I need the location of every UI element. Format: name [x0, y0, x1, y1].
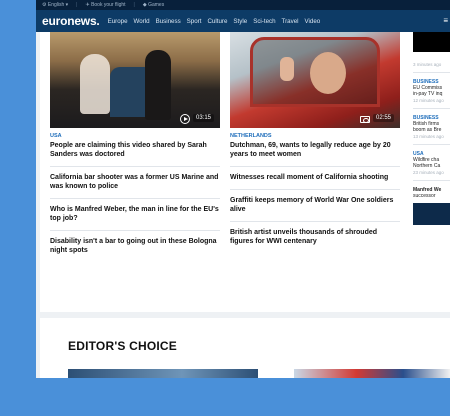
divider — [50, 166, 220, 167]
play-icon — [180, 114, 190, 124]
article-headline[interactable]: Graffiti keeps memory of World War One s… — [230, 196, 400, 214]
sidebar-feature-image[interactable] — [413, 203, 450, 225]
thumbnail-figure — [80, 54, 110, 114]
utility-bar: ⚙ English ▾ | ✈ Book your flight | ◆ Gam… — [36, 0, 450, 10]
divider — [230, 166, 400, 167]
nav-item-business[interactable]: Business — [156, 18, 181, 25]
timestamp: 12 minutes ago — [413, 98, 444, 103]
news-column-left: 03:15 USA People are claiming this video… — [50, 32, 220, 255]
main-navigation: euronews. Europe World Business Sport Cu… — [36, 10, 450, 32]
nav-item-sport[interactable]: Sport — [187, 18, 202, 25]
latest-news-sidebar: 3 minutes ago BUSINESS EU Commiss in-pay… — [413, 32, 450, 312]
euronews-logo[interactable]: euronews. — [42, 14, 100, 28]
section-title: EDITOR'S CHOICE — [68, 339, 177, 353]
article-headline[interactable]: Who is Manfred Weber, the man in line fo… — [50, 205, 220, 223]
divider — [413, 144, 450, 145]
news-grid: 03:15 USA People are claiming this video… — [40, 32, 450, 312]
sidebar-headline[interactable]: boom as Bre — [413, 127, 450, 133]
divider — [413, 108, 450, 109]
divider — [413, 72, 450, 73]
browser-viewport: ⚙ English ▾ | ✈ Book your flight | ◆ Gam… — [36, 0, 450, 378]
video-duration: 03:15 — [192, 114, 214, 122]
news-column-right: 02:55 NETHERLANDS Dutchman, 69, wants to… — [230, 32, 400, 246]
divider — [50, 230, 220, 231]
separator: | — [76, 2, 78, 8]
video-duration: 02:55 — [372, 114, 394, 122]
editors-choice-image[interactable] — [294, 369, 450, 378]
nav-menu: Europe World Business Sport Culture Styl… — [108, 18, 321, 25]
games-link[interactable]: ◆ Games — [143, 2, 164, 8]
nav-item-style[interactable]: Style — [233, 18, 247, 25]
timestamp: 13 minutes ago — [413, 134, 444, 139]
nav-item-sci-tech[interactable]: Sci-tech — [253, 18, 275, 25]
article-headline[interactable]: British artist unveils thousands of shro… — [230, 228, 400, 246]
editors-choice-section: EDITOR'S CHOICE — [40, 318, 450, 378]
book-flight-link[interactable]: ✈ Book your flight — [85, 2, 125, 8]
nav-item-culture[interactable]: Culture — [207, 18, 227, 25]
article-category-tag[interactable]: USA — [50, 133, 220, 139]
sidebar-headline[interactable]: in-pay TV inq — [413, 91, 450, 97]
article-headline[interactable]: Dutchman, 69, wants to legally reduce ag… — [230, 141, 400, 159]
divider — [230, 221, 400, 222]
sidebar-headline[interactable]: Northern Ca — [413, 163, 450, 169]
camera-icon — [360, 116, 370, 123]
language-selector[interactable]: ⚙ English ▾ — [42, 2, 68, 8]
nav-item-video[interactable]: Video — [305, 18, 321, 25]
thumbnail-figure — [145, 50, 171, 120]
video-thumbnail-press-conference[interactable]: 03:15 — [50, 32, 220, 128]
thumbnail-figure — [310, 52, 346, 94]
divider — [413, 180, 450, 181]
article-headline[interactable]: People are claiming this video shared by… — [50, 141, 220, 159]
hamburger-menu-icon[interactable]: ≡ — [443, 16, 448, 25]
page-background — [36, 378, 450, 416]
divider — [50, 198, 220, 199]
article-headline[interactable]: California bar shooter was a former US M… — [50, 173, 220, 191]
nav-item-travel[interactable]: Travel — [282, 18, 299, 25]
editors-choice-image[interactable] — [68, 369, 258, 378]
article-category-tag[interactable]: NETHERLANDS — [230, 133, 400, 139]
separator: | — [133, 2, 135, 8]
thumbnail-figure — [280, 57, 294, 81]
timestamp: 3 minutes ago — [413, 62, 442, 67]
sidebar-video-thumbnail[interactable] — [413, 32, 450, 52]
sidebar-feature-headline[interactable]: successor — [413, 193, 450, 199]
divider — [230, 189, 400, 190]
timestamp: 23 minutes ago — [413, 170, 444, 175]
video-thumbnail-car-driver[interactable]: 02:55 — [230, 32, 400, 128]
nav-item-world[interactable]: World — [134, 18, 150, 25]
nav-item-europe[interactable]: Europe — [108, 18, 128, 25]
article-headline[interactable]: Disability isn't a bar to going out in t… — [50, 237, 220, 255]
article-headline[interactable]: Witnesses recall moment of California sh… — [230, 173, 400, 182]
